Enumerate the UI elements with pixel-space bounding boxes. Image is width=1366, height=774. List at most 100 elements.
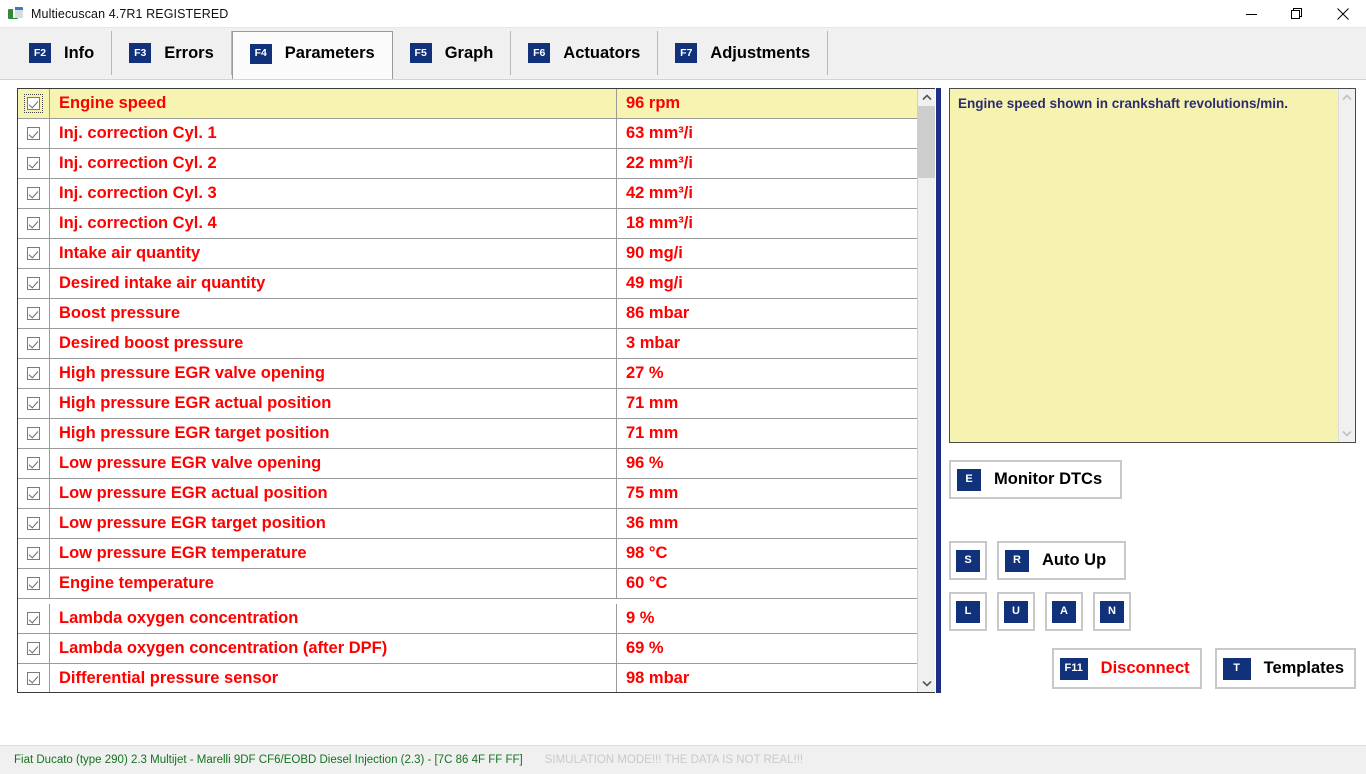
add-button[interactable]: A [1045,592,1083,631]
close-icon[interactable] [1320,0,1366,28]
checkbox-checked-icon[interactable] [27,337,40,350]
row-checkbox-cell[interactable] [18,634,50,663]
checkbox-checked-icon[interactable] [27,277,40,290]
parameters-scrollbar[interactable] [917,89,935,692]
table-row[interactable]: Lambda oxygen concentration (after DPF) 6… [18,634,917,664]
table-row[interactable]: Boost pressure 86 mbar [18,299,917,329]
row-checkbox-cell[interactable] [18,179,50,208]
stop-button[interactable]: S [949,541,987,580]
table-row[interactable]: Inj. correction Cyl. 1 63 mm³/i [18,119,917,149]
row-checkbox-cell[interactable] [18,479,50,508]
row-checkbox-cell[interactable] [18,449,50,478]
table-row[interactable]: Intake air quantity 90 mg/i [18,239,917,269]
row-checkbox-cell[interactable] [18,149,50,178]
table-row[interactable]: Inj. correction Cyl. 2 22 mm³/i [18,149,917,179]
checkbox-checked-icon[interactable] [27,307,40,320]
table-row[interactable]: Desired intake air quantity 49 mg/i [18,269,917,299]
checkbox-checked-icon[interactable] [27,187,40,200]
parameter-name: Engine temperature [50,569,617,598]
log-key: L [956,600,980,623]
table-row[interactable]: High pressure EGR target position 71 mm [18,419,917,449]
checkbox-checked-icon[interactable] [24,94,43,113]
disconnect-button[interactable]: F11 Disconnect [1051,648,1202,689]
checkbox-checked-icon[interactable] [27,157,40,170]
templates-button[interactable]: T Templates [1214,648,1356,689]
row-checkbox-cell[interactable] [18,269,50,298]
maximize-icon[interactable] [1274,0,1320,28]
row-checkbox-cell[interactable] [18,299,50,328]
tab-adjustments[interactable]: F7 Adjustments [658,31,829,75]
checkbox-checked-icon[interactable] [27,127,40,140]
tab-bar: F2 Info F3 Errors F4 Parameters F5 Graph… [0,28,1366,80]
table-row[interactable]: Inj. correction Cyl. 3 42 mm³/i [18,179,917,209]
parameter-value: 18 mm³/i [626,214,693,232]
checkbox-checked-icon[interactable] [27,547,40,560]
parameter-value: 98 mbar [626,669,690,687]
row-checkbox-cell[interactable] [18,664,50,692]
checkbox-checked-icon[interactable] [27,367,40,380]
up-button[interactable]: U [997,592,1035,631]
row-checkbox-cell[interactable] [18,419,50,448]
checkbox-checked-icon[interactable] [27,247,40,260]
row-checkbox-cell[interactable] [18,389,50,418]
table-row[interactable]: Differential pressure sensor 98 mbar [18,664,917,692]
parameter-name: Low pressure EGR target position [50,509,617,538]
checkbox-checked-icon[interactable] [27,427,40,440]
panel-splitter[interactable] [935,80,942,701]
table-row[interactable]: Low pressure EGR temperature 98 °C [18,539,917,569]
checkbox-checked-icon[interactable] [27,517,40,530]
checkbox-checked-icon[interactable] [27,217,40,230]
table-row[interactable]: Engine speed 96 rpm [18,89,917,119]
row-checkbox-cell[interactable] [18,539,50,568]
row-checkbox-cell[interactable] [18,209,50,238]
tab-errors[interactable]: F3 Errors [112,31,232,75]
monitor-dtcs-button[interactable]: E Monitor DTCs [949,460,1123,499]
checkbox-checked-icon[interactable] [27,397,40,410]
parameters-table[interactable]: Engine speed 96 rpm Inj. correction Cyl. 1… [18,89,917,692]
description-box: Engine speed shown in crankshaft revolut… [949,88,1356,443]
desc-scroll-down-icon[interactable] [1339,425,1355,442]
tab-info[interactable]: F2 Info [12,31,113,75]
row-checkbox-cell[interactable] [18,89,50,118]
log-button[interactable]: L [949,592,987,631]
checkbox-checked-icon[interactable] [27,612,40,625]
desc-scroll-up-icon[interactable] [1339,89,1355,106]
row-checkbox-cell[interactable] [18,359,50,388]
parameter-value: 63 mm³/i [626,124,693,142]
parameter-name: Desired boost pressure [50,329,617,358]
scrollbar-thumb[interactable] [918,106,935,178]
checkbox-checked-icon[interactable] [27,642,40,655]
row-checkbox-cell[interactable] [18,604,50,633]
auto-up-button[interactable]: R Auto Up [997,541,1127,580]
table-row[interactable]: Inj. correction Cyl. 4 18 mm³/i [18,209,917,239]
tab-graph[interactable]: F5 Graph [393,31,512,75]
scrollbar-track[interactable] [918,106,935,675]
none-button[interactable]: N [1093,592,1131,631]
row-checkbox-cell[interactable] [18,239,50,268]
table-row[interactable]: Engine temperature 60 °C [18,569,917,599]
tab-info-fkey: F2 [29,43,51,63]
table-row[interactable]: Low pressure EGR target position 36 mm [18,509,917,539]
checkbox-checked-icon[interactable] [27,672,40,685]
checkbox-checked-icon[interactable] [27,487,40,500]
checkbox-checked-icon[interactable] [27,457,40,470]
tab-parameters[interactable]: F4 Parameters [231,31,393,79]
tab-actuators[interactable]: F6 Actuators [511,31,659,75]
table-row[interactable]: Low pressure EGR valve opening 96 % [18,449,917,479]
table-row[interactable]: High pressure EGR actual position 71 mm [18,389,917,419]
row-checkbox-cell[interactable] [18,329,50,358]
table-row[interactable]: Low pressure EGR actual position 75 mm [18,479,917,509]
table-row[interactable]: Desired boost pressure 3 mbar [18,329,917,359]
scroll-down-icon[interactable] [918,675,935,692]
table-row[interactable]: High pressure EGR valve opening 27 % [18,359,917,389]
scroll-up-icon[interactable] [918,89,935,106]
description-scrollbar[interactable] [1338,89,1355,442]
row-checkbox-cell[interactable] [18,509,50,538]
table-row[interactable]: Lambda oxygen concentration 9 % [18,604,917,634]
parameter-name: Low pressure EGR valve opening [50,449,617,478]
row-checkbox-cell[interactable] [18,119,50,148]
minimize-icon[interactable] [1228,0,1274,28]
row-checkbox-cell[interactable] [18,569,50,598]
parameter-value: 22 mm³/i [626,154,693,172]
checkbox-checked-icon[interactable] [27,577,40,590]
